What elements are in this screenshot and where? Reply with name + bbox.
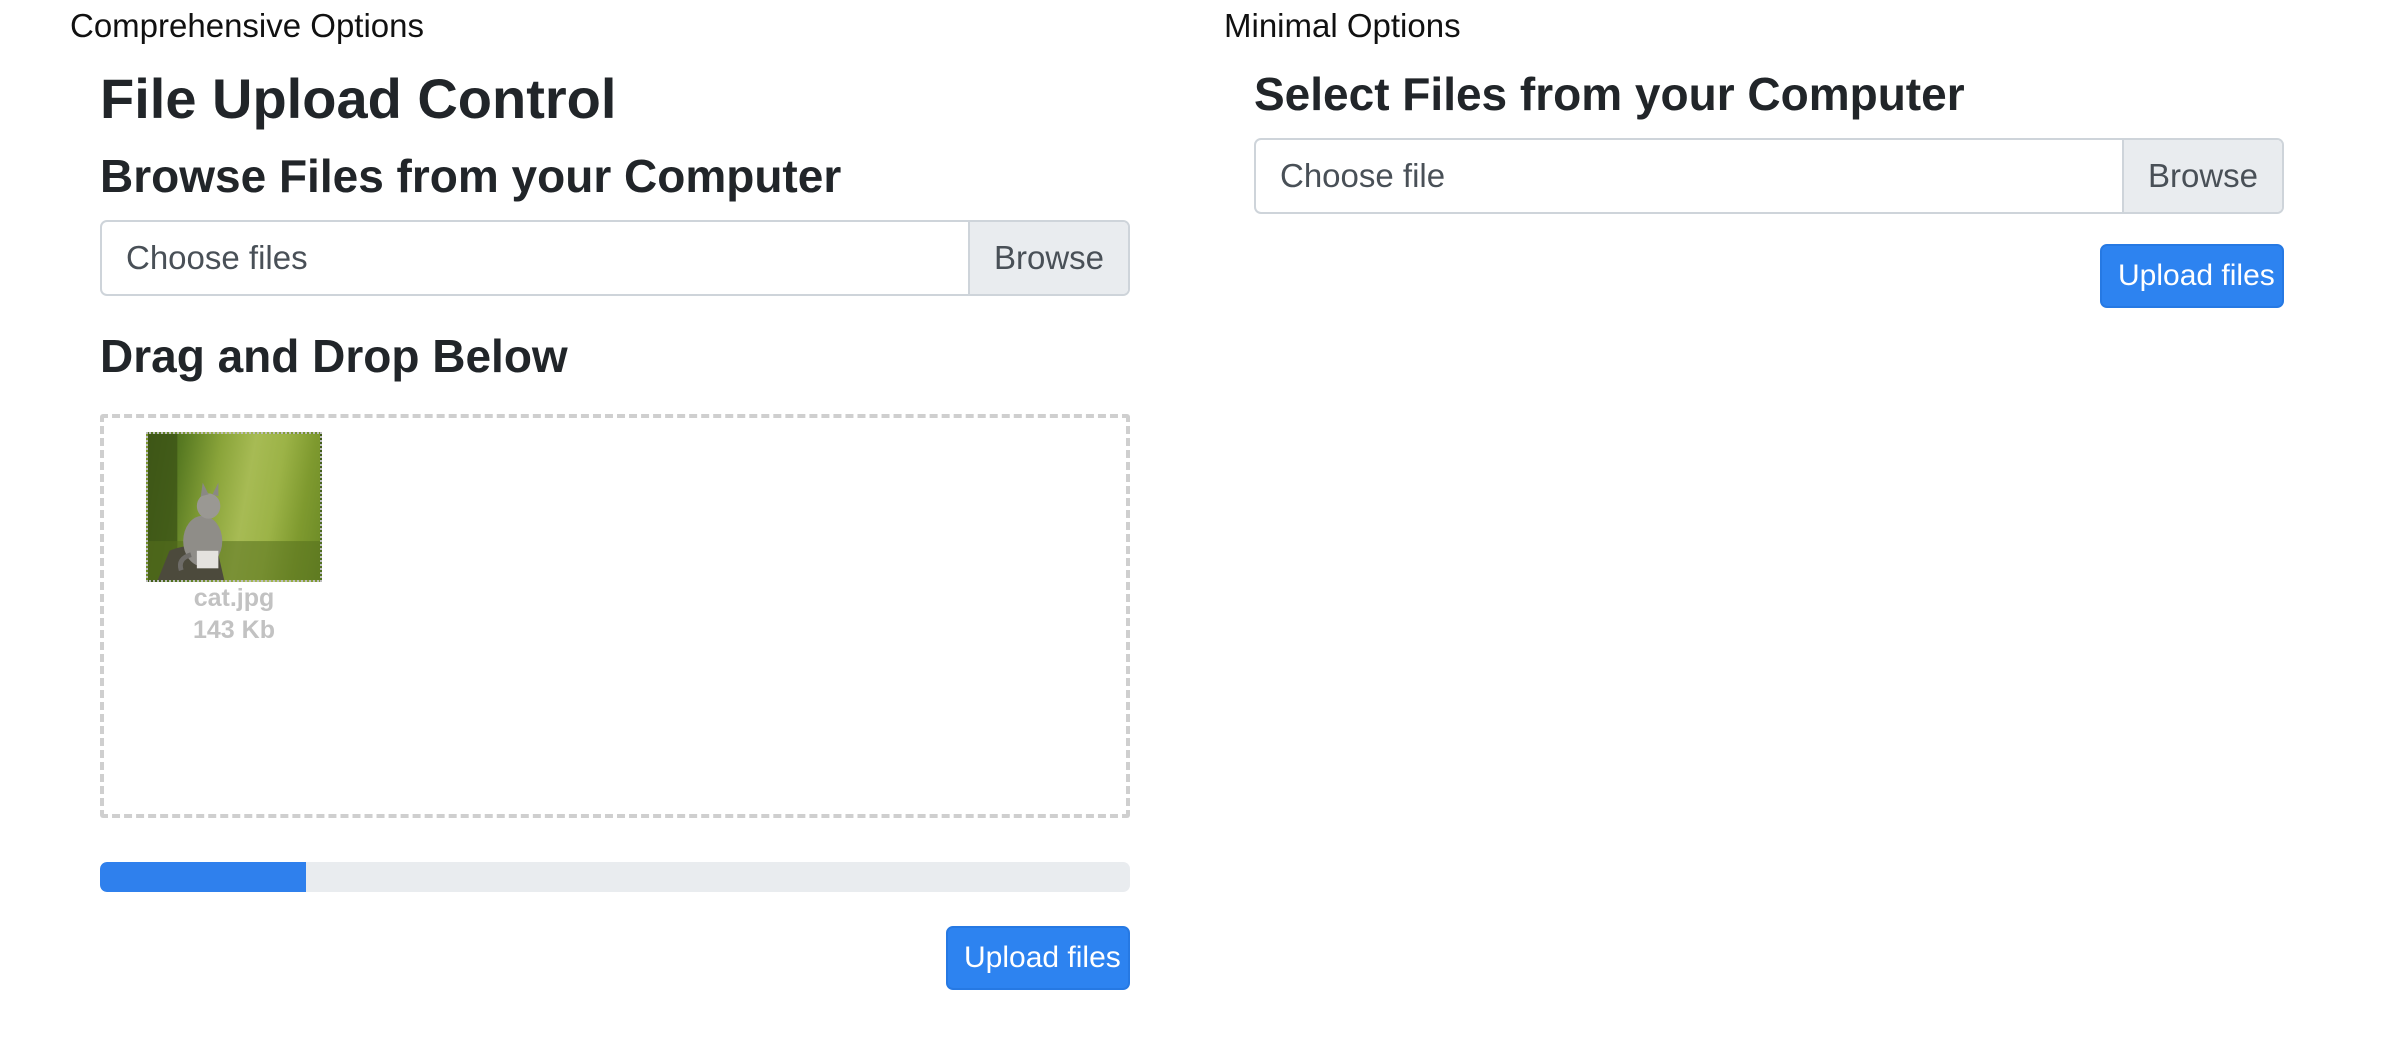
browse-button[interactable]: Browse — [968, 222, 1128, 294]
single-file-input[interactable]: Choose file Browse — [1254, 138, 2284, 214]
file-name: cat.jpg — [193, 584, 275, 612]
comprehensive-options-label: Comprehensive Options — [70, 7, 425, 44]
page-title: File Upload Control — [100, 67, 617, 130]
upload-files-button[interactable]: Upload files — [2100, 244, 2284, 308]
browse-files-heading: Browse Files from your Computer — [100, 150, 842, 202]
drop-zone[interactable]: cat.jpg 143 Kb — [100, 414, 1130, 818]
cat-photo-thumbnail — [146, 432, 322, 582]
upload-progress-bar — [100, 862, 1130, 892]
select-files-heading: Select Files from your Computer — [1254, 68, 1965, 120]
file-size: 143 Kb — [193, 616, 275, 644]
upload-files-button[interactable]: Upload files — [946, 926, 1130, 990]
file-input-placeholder[interactable]: Choose file — [1256, 140, 2122, 212]
drag-drop-heading: Drag and Drop Below — [100, 330, 568, 382]
multi-file-input[interactable]: Choose files Browse — [100, 220, 1130, 296]
file-preview[interactable]: cat.jpg 143 Kb — [146, 432, 322, 646]
file-input-placeholder[interactable]: Choose files — [102, 222, 968, 294]
minimal-options-label: Minimal Options — [1224, 7, 1461, 44]
browse-button[interactable]: Browse — [2122, 140, 2282, 212]
upload-progress-fill — [100, 862, 306, 892]
